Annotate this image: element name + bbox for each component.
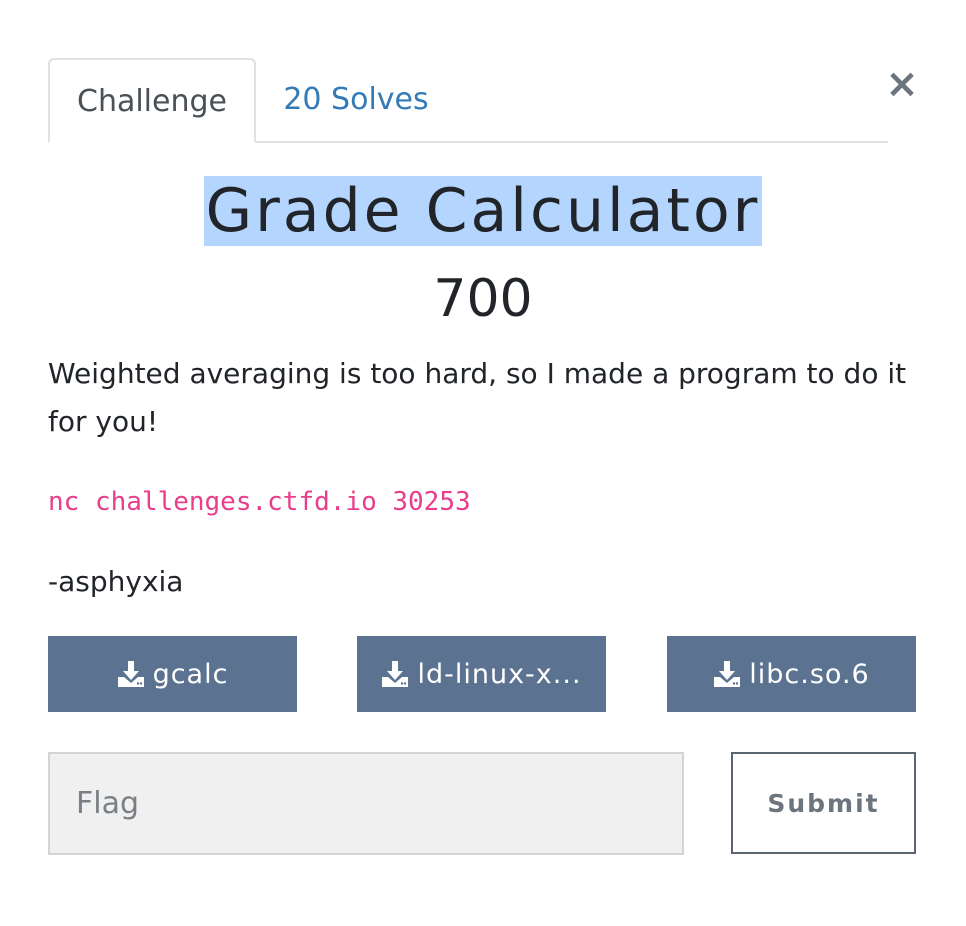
challenge-description: Weighted averaging is too hard, so I mad… <box>48 357 907 438</box>
challenge-tabs: Challenge 20 Solves <box>48 58 888 143</box>
flag-input[interactable] <box>48 752 684 855</box>
connection-command: nc challenges.ctfd.io 30253 <box>48 487 471 517</box>
download-icon <box>382 661 409 687</box>
file-label: ld-linux-x... <box>417 658 582 690</box>
tab-challenge[interactable]: Challenge <box>48 58 256 143</box>
submit-button[interactable]: Submit <box>731 752 916 854</box>
challenge-points: 700 <box>433 269 533 329</box>
challenge-title: Grade Calculator <box>0 172 966 250</box>
file-download-gcalc[interactable]: gcalc <box>48 636 297 712</box>
download-icon <box>117 661 144 687</box>
file-label: gcalc <box>152 658 229 690</box>
close-icon[interactable]: × <box>884 62 920 106</box>
challenge-title-text: Grade Calculator <box>203 176 763 246</box>
download-icon <box>714 661 741 687</box>
tab-solves[interactable]: 20 Solves <box>266 58 446 141</box>
file-download-libc[interactable]: libc.so.6 <box>667 636 916 712</box>
challenge-author: -asphyxia <box>48 565 184 598</box>
file-download-ld-linux[interactable]: ld-linux-x... <box>357 636 606 712</box>
file-label: libc.so.6 <box>749 658 870 690</box>
